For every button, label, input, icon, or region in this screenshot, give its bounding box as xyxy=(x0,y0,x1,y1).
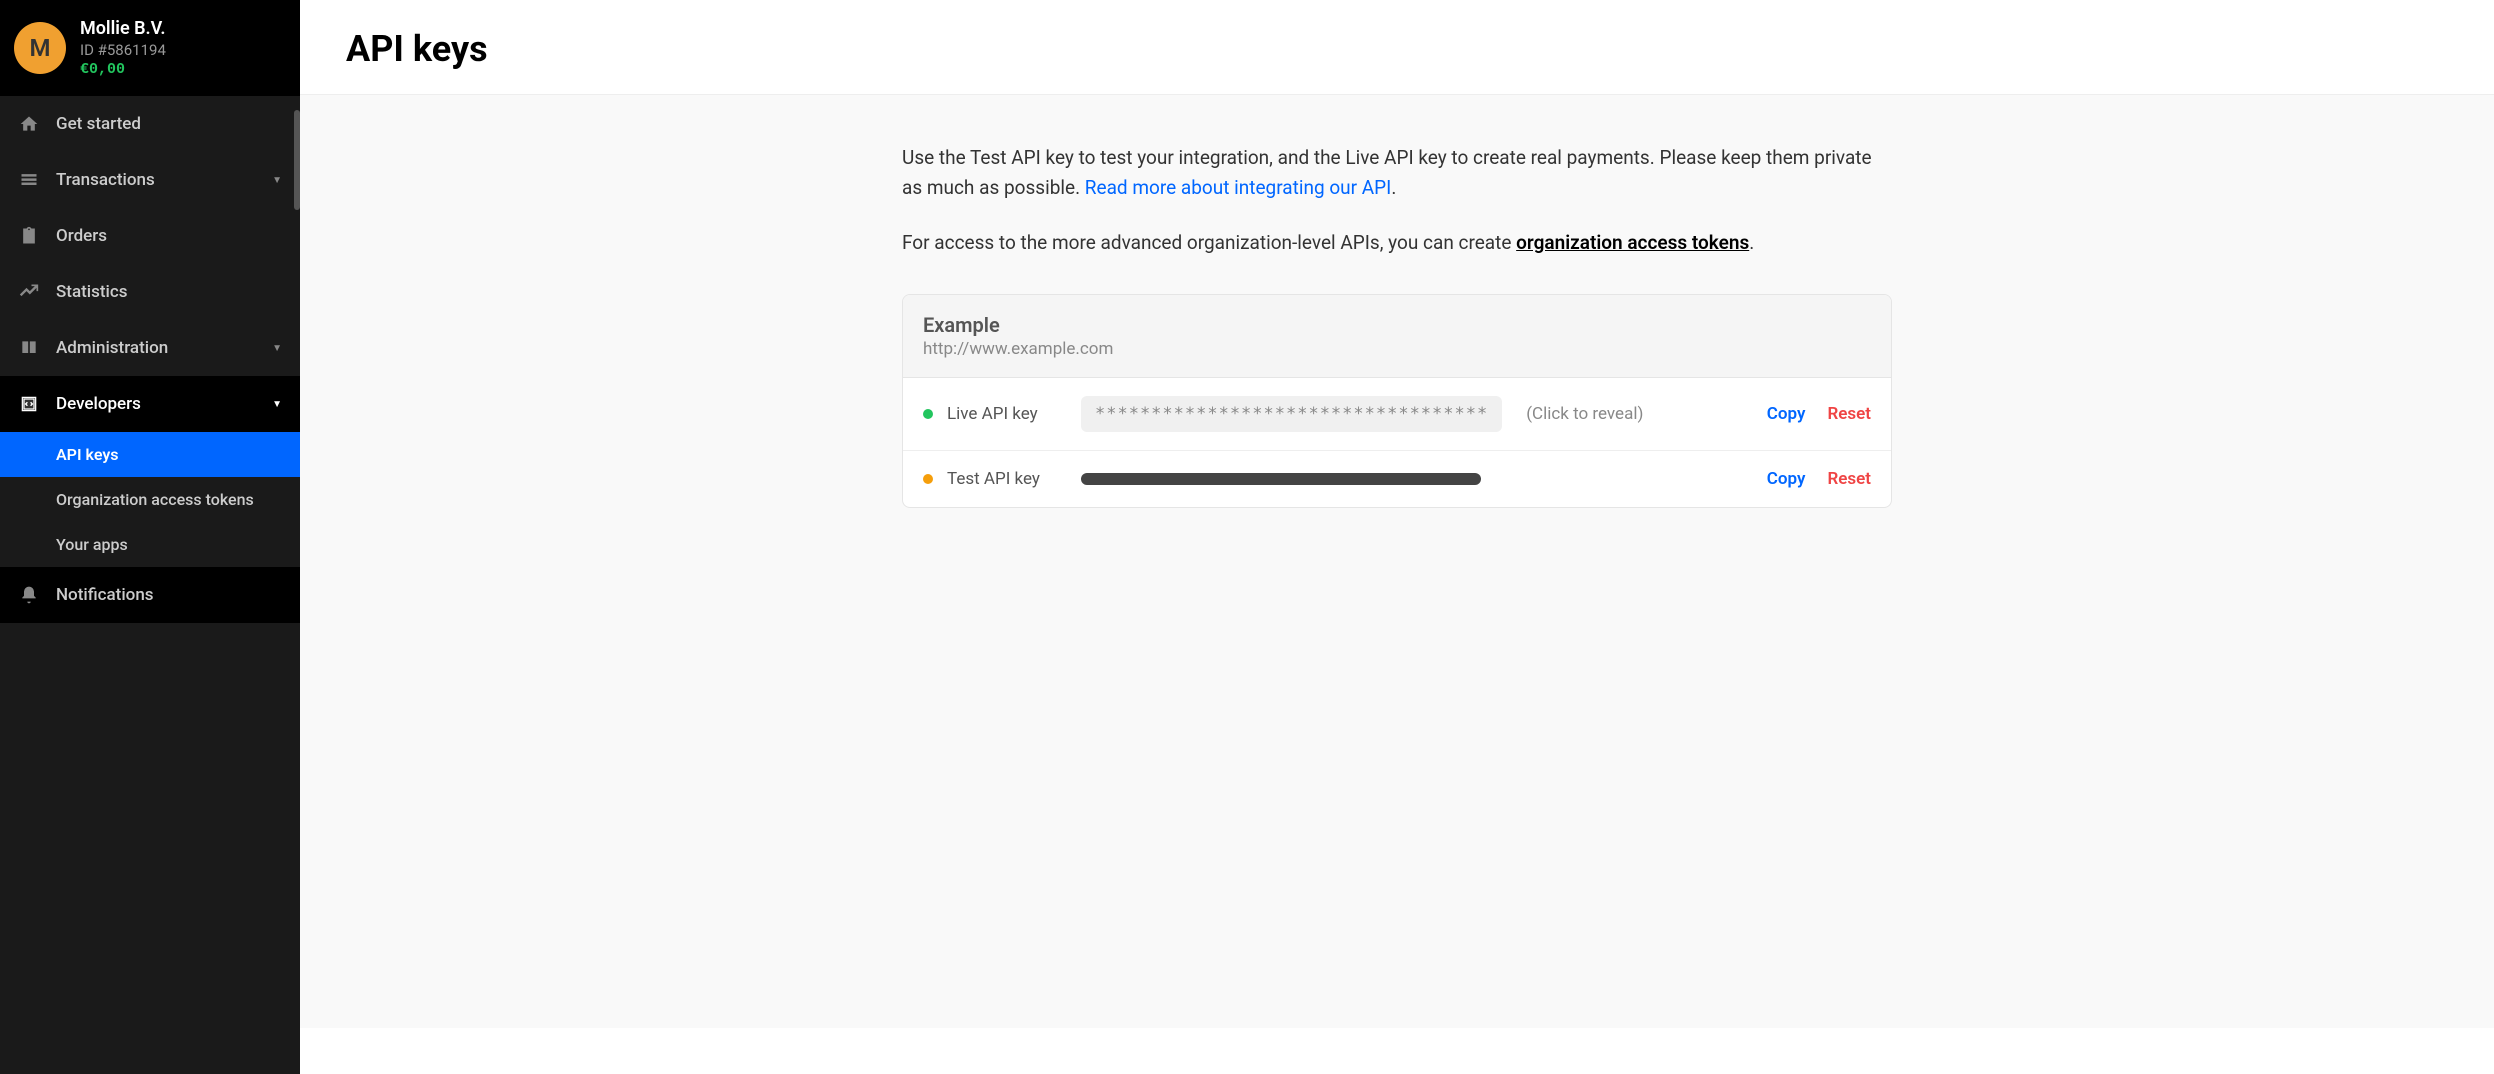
row-actions: Copy Reset xyxy=(1767,404,1871,424)
chevron-down-icon: ▼ xyxy=(272,399,282,410)
nav-administration[interactable]: Administration ▼ xyxy=(0,320,300,376)
org-text-before: For access to the more advanced organiza… xyxy=(902,231,1516,254)
profile-info: Mollie B.V. ID #5861194 €0,00 xyxy=(80,18,166,78)
nav-developers[interactable]: Developers ▼ xyxy=(0,376,300,432)
card-title: Example xyxy=(923,313,1871,337)
copy-button[interactable]: Copy xyxy=(1767,469,1806,489)
bell-icon xyxy=(18,584,40,606)
nav-label: Get started xyxy=(56,114,141,134)
nav-label: Orders xyxy=(56,226,107,246)
card-header: Example http://www.example.com xyxy=(903,295,1891,378)
nav-transactions[interactable]: Transactions ▼ xyxy=(0,152,300,208)
content-inner: Use the Test API key to test your integr… xyxy=(882,143,1912,508)
subnav-org-tokens[interactable]: Organization access tokens xyxy=(0,477,300,522)
test-key-redacted[interactable] xyxy=(1081,473,1481,485)
subnav-your-apps[interactable]: Your apps xyxy=(0,522,300,567)
reset-button[interactable]: Reset xyxy=(1827,469,1871,489)
nav-label: Notifications xyxy=(56,585,154,605)
reset-button[interactable]: Reset xyxy=(1827,404,1871,424)
avatar: M xyxy=(14,22,66,74)
chevron-down-icon: ▼ xyxy=(272,343,282,354)
nav-get-started[interactable]: Get started xyxy=(0,96,300,152)
intro-paragraph-2: For access to the more advanced organiza… xyxy=(902,228,1892,258)
nav-menu: Get started Transactions ▼ Orders Statis… xyxy=(0,96,300,623)
reveal-hint: (Click to reveal) xyxy=(1526,404,1643,424)
test-key-label: Test API key xyxy=(947,469,1067,489)
nav-label: Developers xyxy=(56,394,141,414)
page-title: API keys xyxy=(300,0,2494,94)
chart-icon xyxy=(18,281,40,303)
org-tokens-link[interactable]: organization access tokens xyxy=(1516,231,1749,254)
nav-orders[interactable]: Orders xyxy=(0,208,300,264)
list-icon xyxy=(18,169,40,191)
intro-text-after: . xyxy=(1391,176,1396,199)
nav-notifications[interactable]: Notifications xyxy=(0,567,300,623)
status-dot-orange-icon xyxy=(923,474,933,484)
home-icon xyxy=(18,113,40,135)
nav-label: Administration xyxy=(56,338,168,358)
content-body: Use the Test API key to test your integr… xyxy=(300,94,2494,1028)
chevron-down-icon: ▼ xyxy=(272,175,282,186)
scrollbar[interactable] xyxy=(294,110,300,210)
main-content: API keys Use the Test API key to test yo… xyxy=(300,0,2494,1074)
profile-section[interactable]: M Mollie B.V. ID #5861194 €0,00 xyxy=(0,0,300,96)
profile-id: ID #5861194 xyxy=(80,41,166,59)
row-actions: Copy Reset xyxy=(1767,469,1871,489)
api-key-card: Example http://www.example.com Live API … xyxy=(902,294,1892,508)
copy-button[interactable]: Copy xyxy=(1767,404,1806,424)
sidebar: M Mollie B.V. ID #5861194 €0,00 Get star… xyxy=(0,0,300,1074)
profile-name: Mollie B.V. xyxy=(80,18,166,39)
org-text-after: . xyxy=(1749,231,1754,254)
book-icon xyxy=(18,337,40,359)
live-key-masked[interactable]: *********************************** xyxy=(1081,396,1502,432)
profile-balance: €0,00 xyxy=(80,61,166,78)
clipboard-icon xyxy=(18,225,40,247)
card-url: http://www.example.com xyxy=(923,339,1871,359)
live-key-label: Live API key xyxy=(947,404,1067,424)
subnav-api-keys[interactable]: API keys xyxy=(0,432,300,477)
test-key-row: Test API key Copy Reset xyxy=(903,451,1891,507)
intro-paragraph-1: Use the Test API key to test your integr… xyxy=(902,143,1892,204)
nav-label: Transactions xyxy=(56,170,155,190)
nav-label: Statistics xyxy=(56,282,127,302)
read-more-link[interactable]: Read more about integrating our API xyxy=(1085,176,1392,199)
code-icon xyxy=(18,393,40,415)
nav-statistics[interactable]: Statistics xyxy=(0,264,300,320)
live-key-row: Live API key ***************************… xyxy=(903,378,1891,451)
status-dot-green-icon xyxy=(923,409,933,419)
